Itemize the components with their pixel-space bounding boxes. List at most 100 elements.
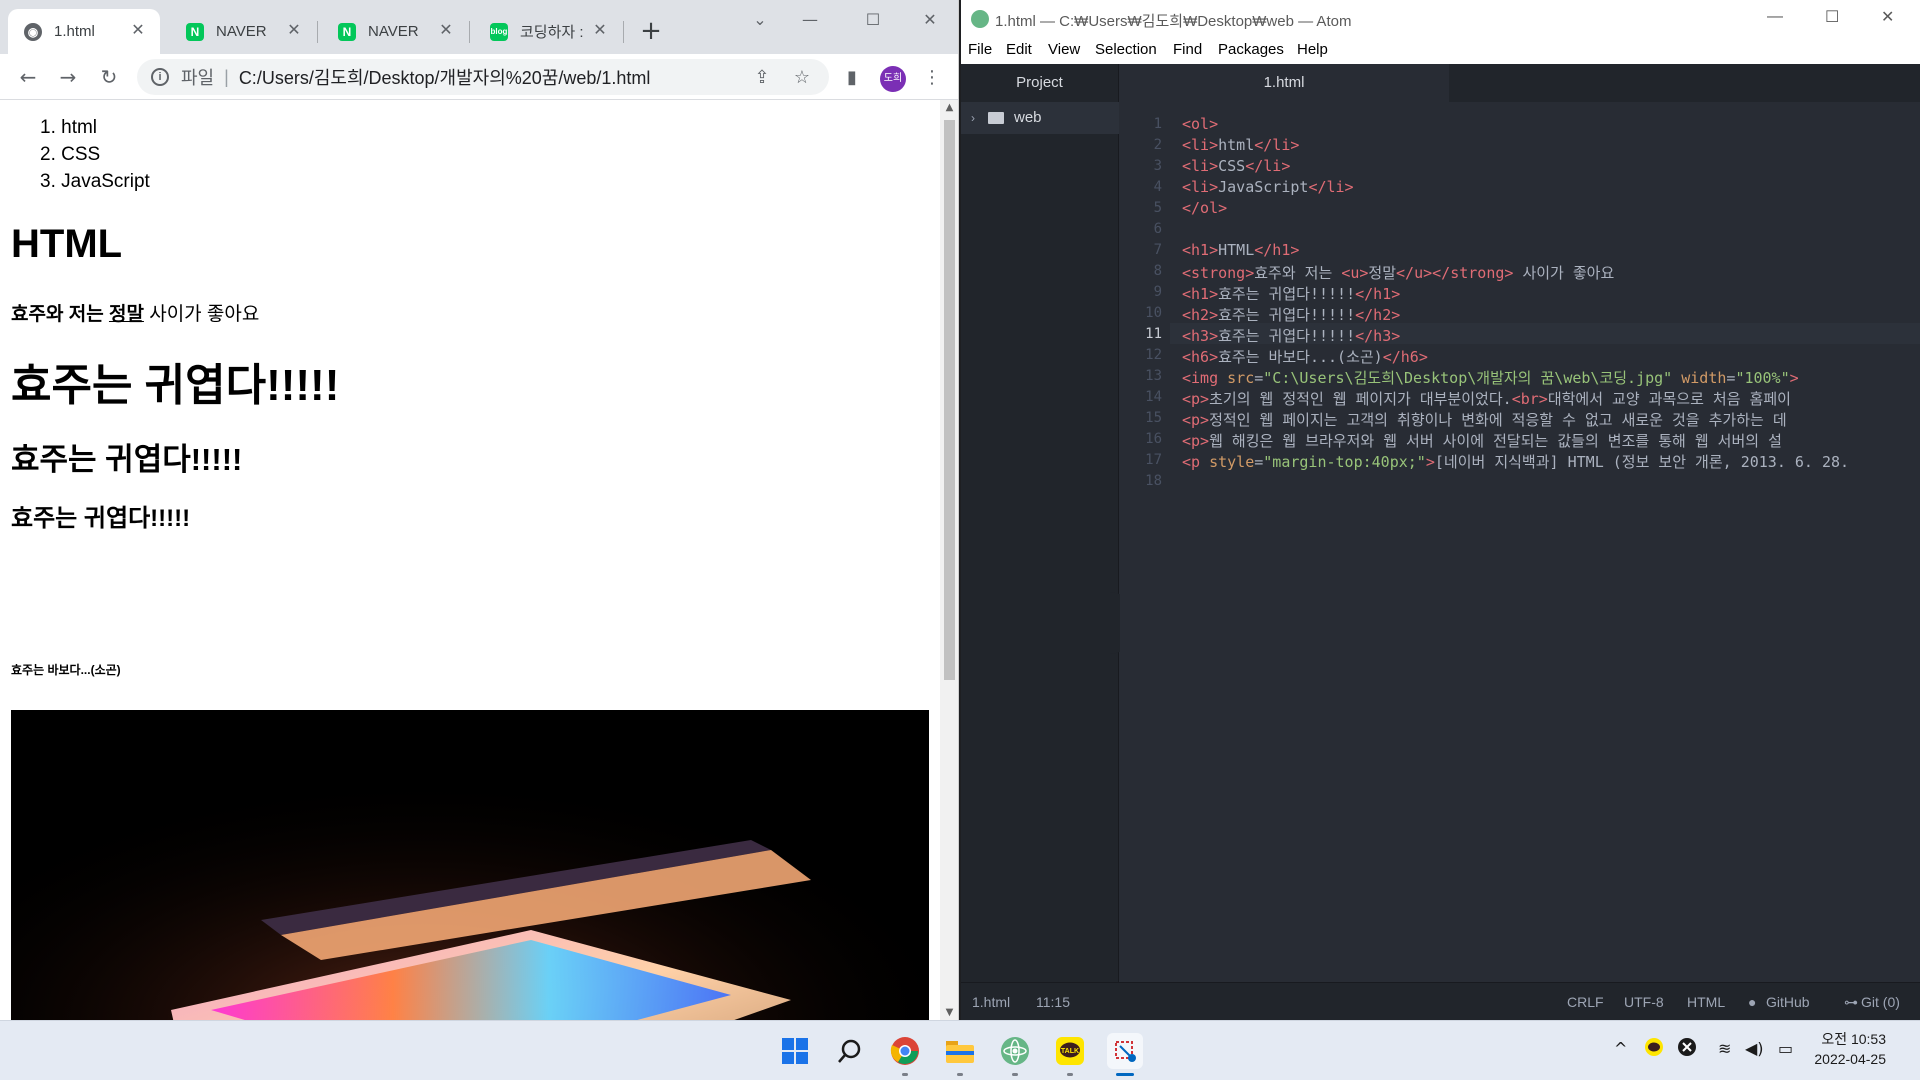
close-icon[interactable]: ✕ <box>128 21 148 41</box>
list-item: 3. JavaScript <box>40 171 150 192</box>
file-explorer-icon[interactable] <box>942 1033 978 1069</box>
menu-packages[interactable]: Packages <box>1218 41 1284 58</box>
code-tag: <strong> <box>1182 264 1255 282</box>
clock-date: 2022-04-25 <box>1814 1051 1886 1067</box>
scroll-up-icon[interactable]: ▲ <box>943 102 956 113</box>
chevron-right-icon[interactable]: › <box>971 102 975 134</box>
code-tag: </li> <box>1308 178 1354 196</box>
status-line-ending[interactable]: CRLF <box>1567 994 1604 1010</box>
snipping-tool-icon[interactable] <box>1107 1033 1143 1069</box>
clock[interactable]: 오전 10:53 2022-04-25 <box>1814 1029 1886 1069</box>
tab-project[interactable]: Project <box>961 64 1119 102</box>
page-scrollbar[interactable]: ▲ ▼ <box>940 100 958 1020</box>
tab-separator <box>469 21 470 43</box>
tree-folder-web[interactable]: › web <box>961 102 1119 134</box>
code-line: </ol> <box>1182 199 1227 217</box>
chevron-up-icon[interactable]: ^ <box>1614 1039 1627 1058</box>
running-indicator <box>957 1073 963 1076</box>
code-tag: <h6> <box>1182 348 1219 366</box>
project-tree: › web ‹ <box>961 102 1137 982</box>
code-tag: </li> <box>1254 136 1300 154</box>
close-window-button[interactable]: ✕ <box>916 8 944 32</box>
new-tab-button[interactable]: + <box>637 18 665 46</box>
rendered-page: 1. html 2. CSS 3. JavaScript HTML 효주와 저는… <box>0 100 940 1020</box>
chrome-icon[interactable] <box>887 1033 923 1069</box>
star-bookmark-icon[interactable]: ☆ <box>790 66 814 90</box>
code-text: CSS <box>1218 157 1246 175</box>
code-tag: </h3> <box>1355 327 1401 345</box>
running-indicator <box>902 1073 908 1076</box>
side-panel-icon[interactable]: ▮ <box>840 66 864 90</box>
windows-start-icon[interactable] <box>777 1033 813 1069</box>
line-number: 2 <box>1153 137 1162 153</box>
address-url[interactable]: C:/Users/김도희/Desktop/개발자의%20꿈/web/1.html <box>239 64 651 90</box>
tab-blog[interactable]: blog 코딩하자 : ✕ <box>474 9 622 54</box>
wifi-icon[interactable]: ≋ <box>1718 1039 1731 1058</box>
code-line: <h1>HTML</h1> <box>1182 241 1299 259</box>
avatar[interactable]: 도희 <box>880 66 906 92</box>
menu-view[interactable]: View <box>1048 41 1080 58</box>
code-attr: src <box>1227 369 1255 387</box>
kebab-menu-icon[interactable]: ⋮ <box>920 66 944 90</box>
tab-naver-1[interactable]: N NAVER ✕ <box>170 9 316 54</box>
kakaotalk-tray-icon[interactable] <box>1644 1037 1664 1061</box>
scrollbar-thumb[interactable] <box>944 120 955 680</box>
code-tag: <p> <box>1182 390 1210 408</box>
minimize-button[interactable]: — <box>796 8 824 32</box>
code-tag: > <box>1789 369 1799 387</box>
atom-menu-bar: File Edit View Selection Find Packages H… <box>961 38 1920 64</box>
active-app-indicator <box>1116 1073 1134 1076</box>
status-github[interactable]: GitHub <box>1766 994 1810 1010</box>
info-icon[interactable]: i <box>151 68 169 86</box>
status-encoding[interactable]: UTF-8 <box>1624 994 1664 1010</box>
close-icon[interactable]: ✕ <box>590 21 610 41</box>
forward-arrow-icon[interactable]: → <box>54 63 82 91</box>
tab-editor-file[interactable]: 1.html <box>1119 64 1449 102</box>
kakaotalk-icon[interactable]: TALK <box>1052 1033 1088 1069</box>
share-icon[interactable]: ⇪ <box>750 66 774 90</box>
volume-icon[interactable]: ◀) <box>1745 1039 1764 1058</box>
battery-icon[interactable]: ▭ <box>1778 1039 1793 1058</box>
status-grammar[interactable]: HTML <box>1687 994 1725 1010</box>
code-editor[interactable]: <ol> <li>html</li> <li>CSS</li> <li>Java… <box>1170 102 1920 982</box>
code-line-current: <h3>효주는 귀엽다!!!!!</h3> <box>1182 325 1400 346</box>
code-line: <li>CSS</li> <box>1182 157 1290 175</box>
page-ordered-list: 1. html 2. CSS 3. JavaScript <box>40 114 150 195</box>
underlined-text: 정말 <box>108 304 144 325</box>
running-indicator <box>1067 1073 1073 1076</box>
menu-selection[interactable]: Selection <box>1095 41 1157 58</box>
line-number: 9 <box>1153 284 1162 300</box>
code-tag: <br> <box>1511 390 1548 408</box>
tab-search-icon[interactable]: ⌄ <box>746 8 774 32</box>
maximize-button[interactable]: ☐ <box>859 8 887 32</box>
tab-1-html[interactable]: ◉ 1.html ✕ <box>8 9 160 54</box>
atom-icon[interactable] <box>997 1033 1033 1069</box>
status-git[interactable]: Git (0) <box>1861 994 1900 1010</box>
scroll-down-icon[interactable]: ▼ <box>943 1007 956 1018</box>
reload-icon[interactable]: ↻ <box>95 63 123 91</box>
minimize-button[interactable]: — <box>1767 8 1783 26</box>
menu-file[interactable]: File <box>968 41 992 58</box>
code-tag: </li> <box>1245 157 1291 175</box>
github-icon[interactable]: ● <box>1748 994 1756 1010</box>
code-tag: <p> <box>1182 432 1210 450</box>
menu-find[interactable]: Find <box>1173 41 1202 58</box>
status-cursor[interactable]: 11:15 <box>1036 994 1070 1010</box>
back-arrow-icon[interactable]: ← <box>14 63 42 91</box>
status-file[interactable]: 1.html <box>972 994 1010 1010</box>
menu-edit[interactable]: Edit <box>1006 41 1032 58</box>
line-number: 17 <box>1145 452 1162 468</box>
close-icon[interactable]: ✕ <box>436 21 456 41</box>
maximize-button[interactable]: ☐ <box>1825 7 1839 27</box>
code-text: 초기의 웹 정적인 웹 페이지가 대부분이었다. <box>1209 390 1512 408</box>
tab-naver-2[interactable]: N NAVER ✕ <box>322 9 468 54</box>
close-window-button[interactable]: ✕ <box>1881 7 1894 27</box>
close-icon[interactable]: ✕ <box>284 21 304 41</box>
search-icon[interactable] <box>832 1033 868 1069</box>
code-text: [네이버 지식백과] HTML (정보 보안 개론, 2013. 6. 28. <box>1434 453 1850 471</box>
menu-help[interactable]: Help <box>1297 41 1328 58</box>
code-text: html <box>1218 136 1255 154</box>
tray-app-icon[interactable] <box>1677 1037 1697 1061</box>
address-bar[interactable]: i 파일 | C:/Users/김도희/Desktop/개발자의%20꿈/web… <box>137 59 829 95</box>
git-icon[interactable]: ⊶ <box>1844 994 1858 1011</box>
